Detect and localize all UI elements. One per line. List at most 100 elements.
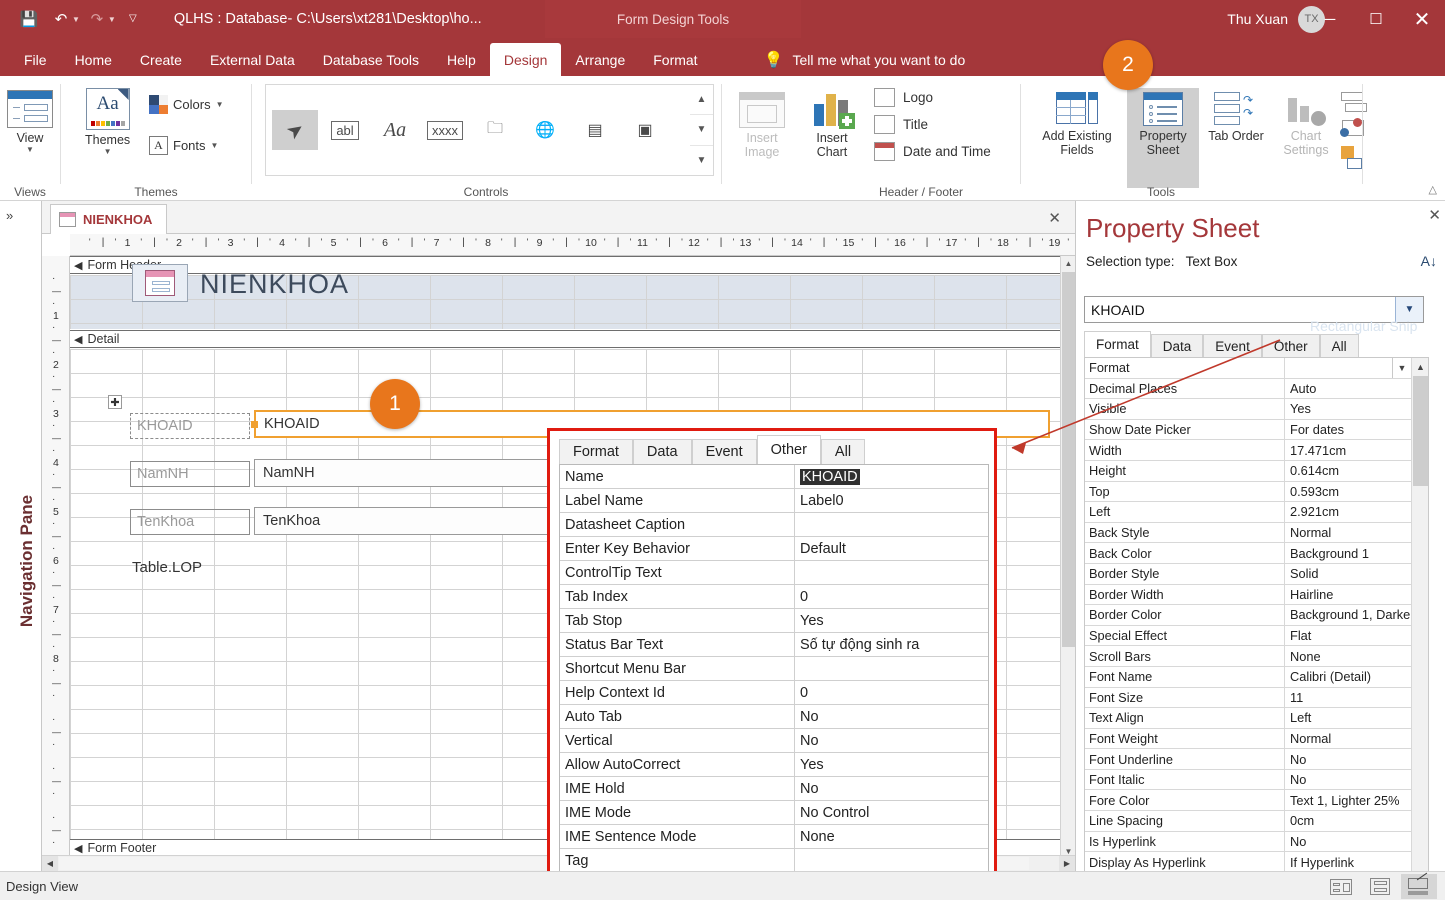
ribbon-tab-home[interactable]: Home <box>61 43 126 76</box>
scroll-right-icon[interactable]: ▶ <box>1059 856 1075 871</box>
fonts-dropdown-icon[interactable]: ▼ <box>211 141 219 150</box>
property-row[interactable]: Text Align Left <box>1085 708 1411 729</box>
tab-order-button[interactable]: ↷ ↷ Tab Order <box>1203 88 1269 143</box>
property-value[interactable]: 0.614cm <box>1285 461 1411 481</box>
property-value[interactable]: Calibri (Detail) <box>1285 667 1411 687</box>
chart-settings-button[interactable]: Chart Settings <box>1271 88 1341 158</box>
property-value[interactable]: Text 1, Lighter 25% <box>1285 790 1411 810</box>
section-expander-icon[interactable]: ◀ <box>74 842 82 855</box>
layout-view-icon[interactable] <box>1362 874 1398 899</box>
property-value[interactable]: Solid <box>1285 564 1411 584</box>
themes-dropdown-icon[interactable]: ▼ <box>104 147 112 156</box>
sort-az-icon[interactable]: A↓ <box>1421 253 1437 269</box>
other-property-row[interactable]: Label Name Label0 <box>560 489 988 513</box>
label-namnh[interactable]: NamNH <box>130 461 250 487</box>
other-property-row[interactable]: Tab Stop Yes <box>560 609 988 633</box>
other-property-row[interactable]: ControlTip Text <box>560 561 988 585</box>
subform-icon[interactable]: ▣ <box>622 110 668 150</box>
save-icon[interactable]: 💾 <box>14 5 44 33</box>
other-property-value[interactable]: Số tự động sinh ra <box>795 633 988 656</box>
canvas-vertical-scrollbar[interactable]: ▲ ▼ <box>1060 256 1075 859</box>
property-value[interactable]: 17.471cm <box>1285 440 1411 460</box>
other-property-row[interactable]: Tab Index 0 <box>560 585 988 609</box>
property-grid-scroll-thumb[interactable] <box>1413 376 1428 486</box>
view-button[interactable]: View ▼ <box>0 76 60 154</box>
property-row[interactable]: Font Weight Normal <box>1085 728 1411 750</box>
ribbon-tab-database-tools[interactable]: Database Tools <box>309 43 433 76</box>
scroll-up-icon[interactable]: ▲ <box>1412 358 1428 375</box>
subform-in-new-window-icon[interactable] <box>1339 90 1369 115</box>
property-row[interactable]: Format ▼ <box>1085 358 1411 379</box>
other-dialog-tab-format[interactable]: Format <box>559 439 633 464</box>
property-row[interactable]: Fore Color Text 1, Lighter 25% <box>1085 790 1411 812</box>
property-value[interactable]: 11 <box>1285 688 1411 708</box>
other-property-value[interactable]: No <box>795 705 988 728</box>
property-tab-all[interactable]: All <box>1319 334 1359 357</box>
label-khoaid[interactable]: KHOAID <box>130 413 250 439</box>
property-row[interactable]: Line Spacing 0cm <box>1085 811 1411 832</box>
other-property-value[interactable] <box>795 657 988 680</box>
property-row[interactable]: Top 0.593cm <box>1085 481 1411 503</box>
convert-form-macros-icon[interactable] <box>1339 146 1369 171</box>
property-tab-format[interactable]: Format <box>1084 331 1151 357</box>
property-row[interactable]: Font Size 11 <box>1085 687 1411 709</box>
document-tab-nienkhoa[interactable]: NIENKHOA <box>50 204 168 234</box>
ribbon-tab-create[interactable]: Create <box>126 43 196 76</box>
section-bar-detail[interactable]: ◀ Detail <box>70 330 1075 348</box>
other-property-row[interactable]: Shortcut Menu Bar <box>560 657 988 681</box>
other-property-value[interactable]: KHOAID <box>795 465 988 488</box>
property-sheet-button[interactable]: Property Sheet <box>1127 88 1199 188</box>
hyperlink-icon[interactable]: 🌐 <box>522 110 568 150</box>
property-row[interactable]: Border Width Hairline <box>1085 584 1411 606</box>
property-value[interactable]: If Hyperlink <box>1285 852 1411 872</box>
gallery-scroll-up-icon[interactable]: ▲ <box>690 85 713 114</box>
property-tab-data[interactable]: Data <box>1150 334 1204 357</box>
property-row[interactable]: Border Color Background 1, Darker <box>1085 605 1411 626</box>
property-row[interactable]: Border Style Solid <box>1085 563 1411 585</box>
other-property-row[interactable]: Allow AutoCorrect Yes <box>560 753 988 777</box>
other-property-row[interactable]: Vertical No <box>560 729 988 753</box>
other-property-row[interactable]: Datasheet Caption <box>560 513 988 537</box>
property-row[interactable]: Decimal Places Auto <box>1085 378 1411 400</box>
other-property-row[interactable]: Help Context Id 0 <box>560 681 988 705</box>
property-row[interactable]: Left 2.921cm <box>1085 502 1411 523</box>
property-tab-event[interactable]: Event <box>1203 334 1262 357</box>
other-property-value[interactable]: None <box>795 825 988 848</box>
property-value[interactable]: 2.921cm <box>1285 502 1411 522</box>
vertical-scroll-thumb[interactable] <box>1062 272 1075 647</box>
close-document-icon[interactable]: ✕ <box>1048 209 1061 227</box>
gallery-scroll-down-icon[interactable]: ▼ <box>690 114 713 144</box>
other-dialog-tab-all[interactable]: All <box>820 439 866 464</box>
property-sheet-grid[interactable]: Format ▼ Decimal Places Auto Visible Yes Show … <box>1084 357 1429 897</box>
form-logo-control[interactable] <box>132 264 188 302</box>
property-row[interactable]: Back Color Background 1 <box>1085 543 1411 564</box>
other-property-value[interactable] <box>795 849 988 872</box>
other-property-value[interactable]: No <box>795 729 988 752</box>
property-row[interactable]: Special Effect Flat <box>1085 625 1411 647</box>
ribbon-tab-file[interactable]: File <box>10 43 61 76</box>
property-value[interactable]: ▼ <box>1285 358 1411 378</box>
close-button[interactable]: ✕ <box>1399 0 1445 38</box>
customize-quick-access-icon[interactable]: ▽ <box>118 5 148 33</box>
other-dialog-grid[interactable]: Name KHOAID Label Name Label0 Datasheet Capt… <box>559 464 989 884</box>
minimize-button[interactable]: ─ <box>1307 0 1353 38</box>
property-sheet-pane[interactable]: Property Sheet ✕ Selection type: Text Bo… <box>1075 201 1445 897</box>
option-group-icon[interactable]: xxxx <box>422 110 468 150</box>
property-value[interactable]: Background 1 <box>1285 543 1411 563</box>
text-box-icon[interactable]: abl <box>322 110 368 150</box>
navigation-pane[interactable]: » Navigation Pane <box>0 201 42 871</box>
section-expander-icon[interactable]: ◀ <box>74 259 82 272</box>
date-and-time-button[interactable]: Date and Time <box>874 142 991 161</box>
property-row[interactable]: Show Date Picker For dates <box>1085 419 1411 441</box>
ribbon-tab-external-data[interactable]: External Data <box>196 43 309 76</box>
other-property-row[interactable]: Auto Tab No <box>560 705 988 729</box>
selection-handle[interactable] <box>251 421 258 428</box>
ribbon-tab-help[interactable]: Help <box>433 43 490 76</box>
property-row[interactable]: Height 0.614cm <box>1085 460 1411 482</box>
textbox-tenkhoa[interactable]: TenKhoa <box>254 507 594 535</box>
add-existing-fields-button[interactable]: Add Existing Fields <box>1031 88 1123 158</box>
property-row[interactable]: Display As Hyperlink If Hyperlink <box>1085 852 1411 873</box>
property-row[interactable]: Scroll Bars None <box>1085 646 1411 667</box>
property-row[interactable]: Visible Yes <box>1085 399 1411 420</box>
view-code-icon[interactable] <box>1339 118 1369 143</box>
